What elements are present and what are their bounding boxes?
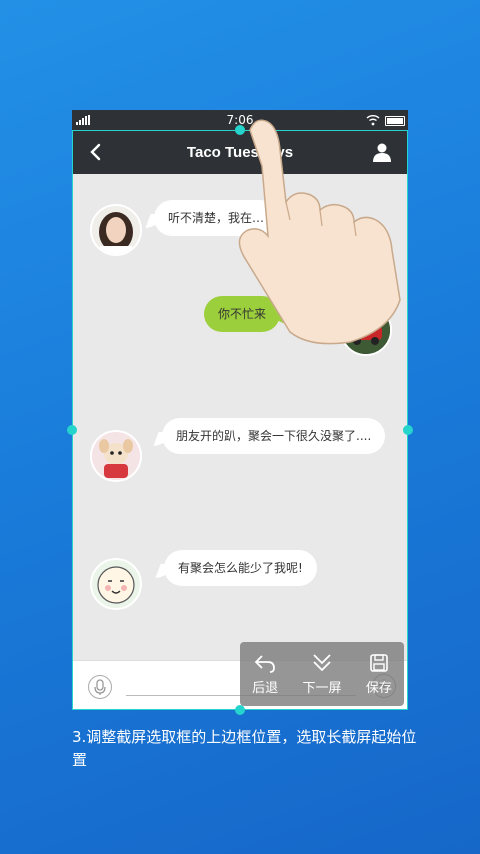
red-car-avatar[interactable] <box>340 304 392 356</box>
next-screen-label: 下一屏 <box>302 680 342 696</box>
next-screen-button[interactable]: 下一屏 <box>302 653 342 696</box>
message-bubble-sent[interactable]: 你不忙来 <box>204 296 281 332</box>
double-chevron-down-icon <box>313 653 331 671</box>
save-icon <box>370 653 388 672</box>
save-label: 保存 <box>365 680 392 696</box>
message-bubble[interactable]: 听不清楚，我在… <box>154 200 279 236</box>
back-label: 后退 <box>252 680 279 696</box>
phone-screen: 7:06 Taco Tuesdays 听不清楚，我在… 你不忙来 朋友开的趴，聚… <box>72 110 408 710</box>
message-bubble[interactable]: 有聚会怎么能少了我呢! <box>164 550 317 586</box>
chat-header: Taco Tuesdays <box>72 130 408 174</box>
microphone-icon[interactable] <box>88 675 112 699</box>
puppy-avatar[interactable] <box>90 430 142 482</box>
save-button[interactable]: 保存 <box>366 653 392 696</box>
cartoon-avatar[interactable] <box>90 558 142 610</box>
selection-top-handle[interactable] <box>235 125 245 135</box>
selection-left-handle[interactable] <box>67 425 77 435</box>
message-text: 听不清楚，我在… <box>168 211 265 225</box>
message-bubble[interactable]: 朋友开的趴，聚会一下很久没聚了.... <box>162 418 386 454</box>
battery-icon <box>385 116 405 126</box>
undo-icon <box>254 654 276 673</box>
back-button[interactable]: 后退 <box>252 653 278 696</box>
selection-bottom-handle[interactable] <box>235 705 245 715</box>
instruction-caption: 3.调整截屏选取框的上边框位置，选取长截屏起始位置 <box>72 728 417 769</box>
message-text: 有聚会怎么能少了我呢! <box>178 561 303 575</box>
chat-title: Taco Tuesdays <box>186 143 294 161</box>
message-list: 听不清楚，我在… 你不忙来 朋友开的趴，聚会一下很久没聚了.... 有聚会怎么能… <box>72 174 408 660</box>
signal-icon <box>76 115 90 125</box>
message-text: 朋友开的趴，聚会一下很久没聚了.... <box>176 429 372 443</box>
selection-right-handle[interactable] <box>403 425 413 435</box>
wifi-icon <box>366 115 380 126</box>
message-text: 你不忙来 <box>218 307 267 321</box>
woman-avatar[interactable] <box>90 204 142 256</box>
screenshot-toolbar: 后退 下一屏 保存 <box>240 642 404 706</box>
profile-icon[interactable] <box>372 142 392 162</box>
back-arrow-icon[interactable] <box>86 142 106 162</box>
